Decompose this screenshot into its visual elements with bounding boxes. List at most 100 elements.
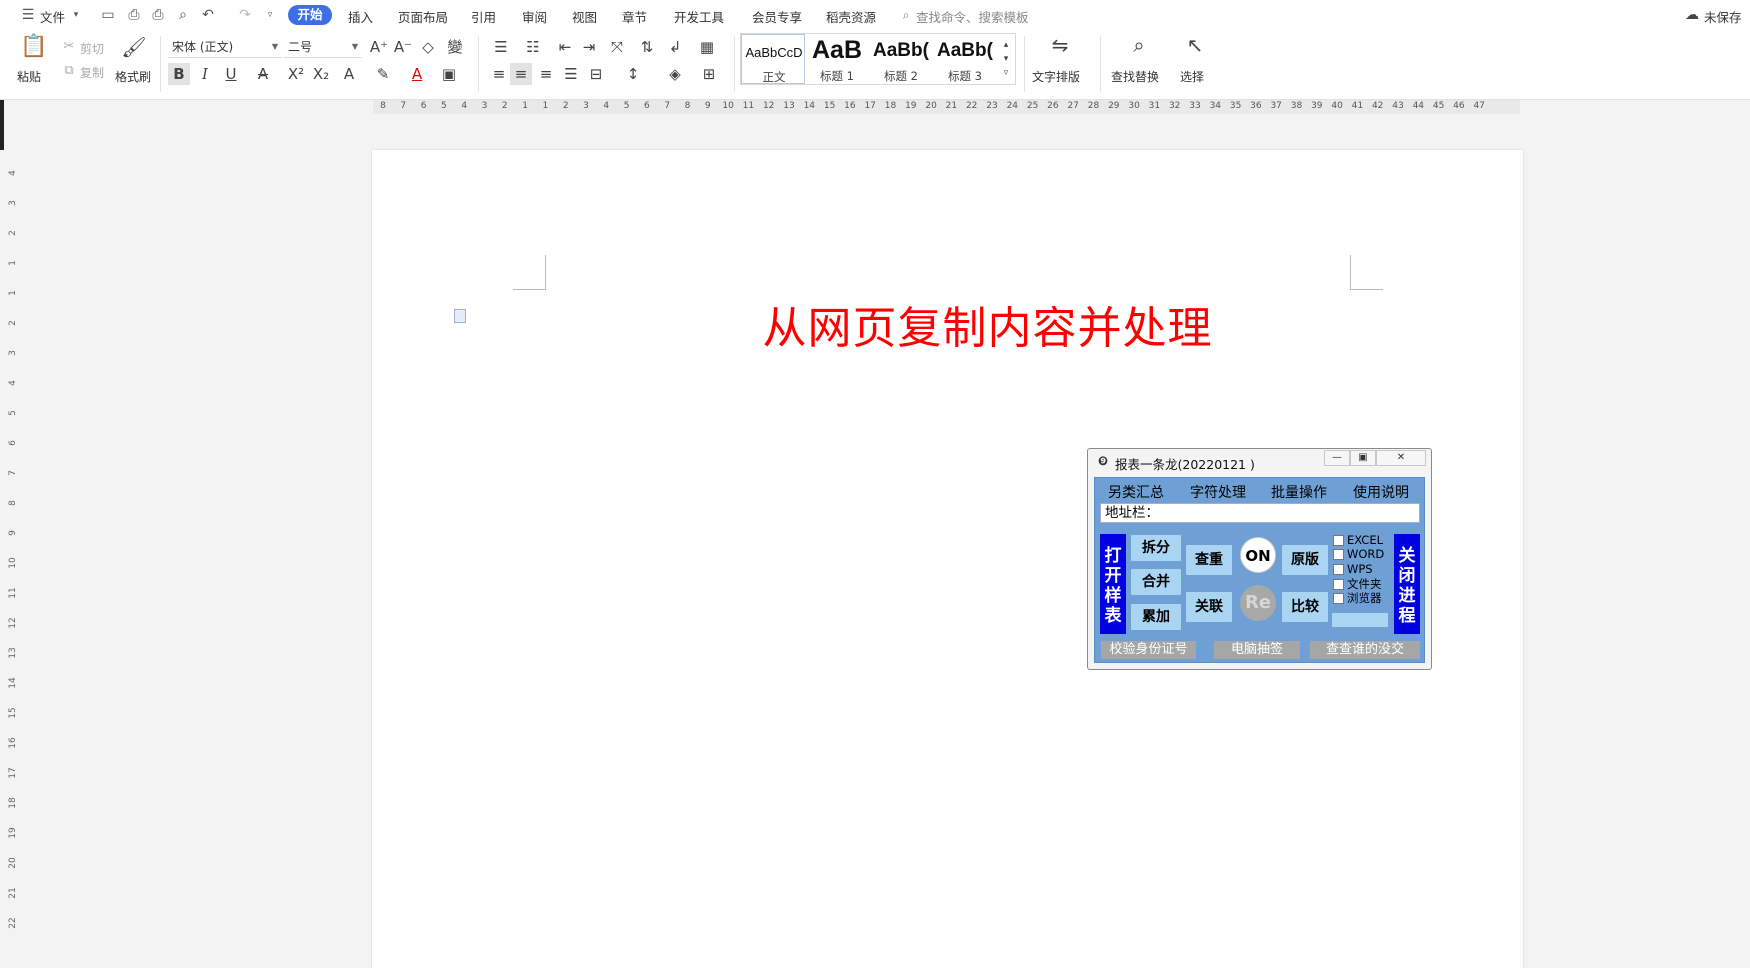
underline-icon[interactable]: U [218,63,244,85]
strikethrough-icon[interactable]: A [250,63,276,85]
text-layout-button[interactable]: 文字排版 [1032,68,1080,85]
highlight-icon[interactable]: ✎ [370,63,396,85]
maximize-icon[interactable]: ▣ [1350,450,1376,466]
checkbox-box[interactable] [1333,564,1344,575]
split-button[interactable]: 拆分 [1131,535,1181,561]
align-left-icon[interactable]: ≡ [488,63,510,85]
address-field[interactable]: 地址栏： [1100,503,1420,523]
print-preview-icon[interactable]: ⌕ [173,5,193,25]
format-painter-icon[interactable]: 🖌 [120,36,148,58]
copy-button[interactable]: 复制 [80,64,104,81]
select-button[interactable]: 选择 [1180,68,1204,85]
on-toggle-button[interactable]: ON [1240,537,1276,573]
checkbox-box[interactable] [1333,549,1344,560]
style-heading-3[interactable]: AaBb( 标题 3 [933,34,997,84]
gallery-scroll-icon[interactable]: ▴ ▾ ▿ [999,38,1013,80]
computer-lottery-button[interactable]: 电脑抽签 [1214,641,1300,659]
blank-option-button[interactable] [1332,613,1388,627]
phonetic-guide-icon[interactable]: 變 [442,36,468,58]
customize-quick-access-icon[interactable]: ▿ [260,5,280,25]
style-normal[interactable]: AaBbCcD 正文 [741,34,805,84]
tab-developer[interactable]: 开发工具 [674,7,724,26]
bullet-list-icon[interactable]: ☰ [488,36,514,58]
format-painter-button[interactable]: 格式刷 [115,68,151,85]
tab-start[interactable]: 开始 [288,5,332,25]
find-replace-button[interactable]: 查找替换 [1111,68,1159,85]
tab-page-layout[interactable]: 页面布局 [398,7,448,26]
align-right-icon[interactable]: ≡ [535,63,557,85]
italic-icon[interactable]: I [194,63,216,85]
cut-button[interactable]: 剪切 [80,40,104,57]
shading-icon[interactable]: ◈ [662,63,688,85]
sort-icon[interactable]: ⇅ [636,36,658,58]
open-sample-button[interactable]: 打开样表 [1100,534,1126,634]
tab-member[interactable]: 会员专享 [752,7,802,26]
checkbox-box[interactable] [1333,593,1344,604]
increase-font-icon[interactable]: A⁺ [368,36,390,58]
horizontal-ruler[interactable]: 8 7 6 5 4 3 2 1 1 2 3 4 5 6 7 8 9 10 11 12 13 14 15 16 17 18 19 20 2… [0,100,1750,114]
merge-button[interactable]: 合并 [1131,569,1181,595]
table-icon[interactable]: ▦ [696,36,718,58]
text-direction-icon[interactable]: ⤧ [604,36,630,58]
cut-icon[interactable]: ✂ [60,36,78,58]
print-icon[interactable]: ⎙ [148,5,168,25]
excel-checkbox[interactable]: EXCEL [1333,533,1383,547]
reset-button[interactable]: Re [1240,585,1276,621]
line-spacing-icon[interactable]: ↕ [620,63,646,85]
chevron-down-icon[interactable]: ▾ [66,5,86,25]
save-icon[interactable]: ▭ [98,5,118,25]
tab-review[interactable]: 审阅 [522,7,547,26]
menu-text-processing[interactable]: 字符处理 [1190,482,1246,502]
superscript-icon[interactable]: X² [285,63,307,85]
text-layout-icon[interactable]: ⇋ [1045,34,1075,56]
paste-icon[interactable]: 📋 [20,36,48,58]
find-replace-icon[interactable]: ⌕ [1124,34,1154,56]
select-cursor-icon[interactable]: ↖ [1180,34,1210,56]
style-heading-1[interactable]: AaB 标题 1 [805,34,869,84]
style-heading-2[interactable]: AaBb( 标题 2 [869,34,933,84]
word-checkbox[interactable]: WORD [1333,547,1384,561]
subscript-icon[interactable]: X₂ [310,63,332,85]
paste-button[interactable]: 粘贴 [17,68,41,85]
tab-section[interactable]: 章节 [622,7,647,26]
compare-button[interactable]: 比较 [1282,592,1328,622]
tab-references[interactable]: 引用 [471,7,496,26]
decrease-indent-icon[interactable]: ⇤ [554,36,576,58]
browser-checkbox[interactable]: 浏览器 [1333,590,1382,606]
minimize-icon[interactable]: — [1324,450,1350,466]
clear-format-icon[interactable]: ◇ [417,36,439,58]
file-menu[interactable]: 文件 [40,7,65,26]
accumulate-button[interactable]: 累加 [1131,604,1181,630]
menu-batch-operations[interactable]: 批量操作 [1271,482,1327,502]
original-button[interactable]: 原版 [1282,545,1328,575]
align-center-icon[interactable]: ≡ [510,63,532,85]
font-color-icon[interactable]: A [404,63,430,85]
justify-icon[interactable]: ☰ [560,63,582,85]
font-size-select[interactable]: 二号 ▼ [284,36,362,58]
export-pdf-icon[interactable]: ⎙ [124,5,144,25]
font-name-select[interactable]: 宋体 (正文) ▼ [168,36,282,58]
checkbox-box[interactable] [1333,579,1344,590]
close-icon[interactable]: ✕ [1376,450,1426,466]
report-tool-window[interactable]: ❾ 报表一条龙(20220121 ) — ▣ ✕ 另类汇总 字符处理 批量操作 … [1087,448,1432,670]
checkbox-box[interactable] [1333,535,1344,546]
tab-insert[interactable]: 插入 [348,7,373,26]
bold-icon[interactable]: B [168,63,190,85]
borders-icon[interactable]: ⊞ [696,63,722,85]
text-effect-icon[interactable]: A [336,63,362,85]
dedup-button[interactable]: 查重 [1186,545,1232,575]
character-border-icon[interactable]: ▣ [438,63,460,85]
vertical-ruler[interactable]: 4 3 2 1 1 2 3 4 5 6 7 8 9 10 11 12 13 14 15 16 17 18 19 20 21 22 [0,150,20,968]
search-command-input[interactable]: 查找命令、搜索模板 [916,7,1029,26]
tab-docer-resources[interactable]: 稻壳资源 [826,7,876,26]
copy-icon[interactable]: ⧉ [60,60,78,82]
check-unsubmitted-button[interactable]: 查查谁的没交 [1310,641,1420,659]
decrease-font-icon[interactable]: A⁻ [392,36,414,58]
redo-icon[interactable]: ↷ [235,5,255,25]
close-process-button[interactable]: 关闭进程 [1394,534,1420,634]
distributed-icon[interactable]: ⊟ [585,63,607,85]
numbered-list-icon[interactable]: ☷ [520,36,546,58]
relate-button[interactable]: 关联 [1186,592,1232,622]
verify-id-button[interactable]: 校验身份证号 [1101,641,1196,659]
tab-view[interactable]: 视图 [572,7,597,26]
